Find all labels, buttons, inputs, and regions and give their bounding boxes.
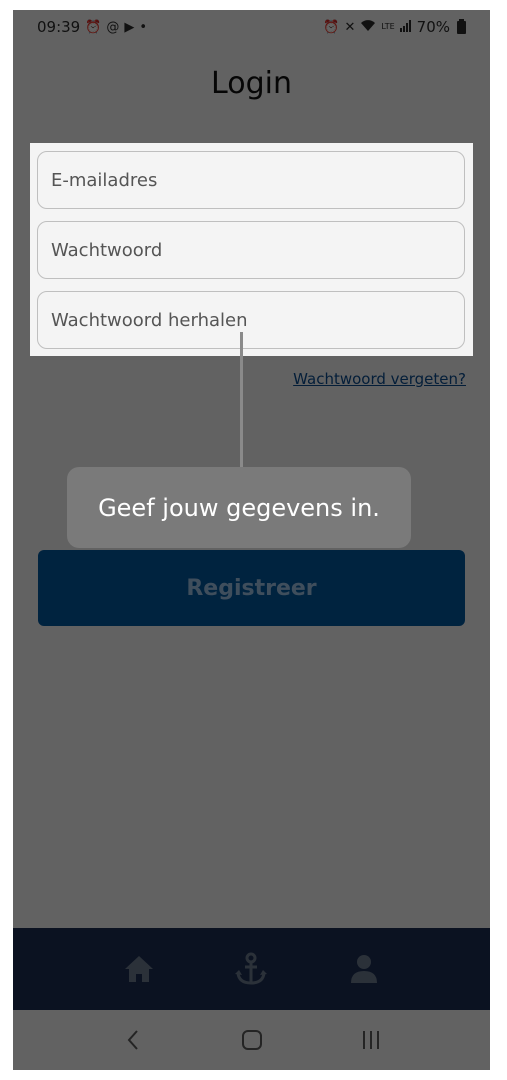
tooltip-pointer-line bbox=[240, 332, 243, 468]
status-left: 09:39 ⏰ @ ▶ • bbox=[37, 18, 147, 36]
system-recents-button[interactable] bbox=[346, 1015, 396, 1065]
tab-anchor[interactable] bbox=[221, 939, 281, 999]
status-bar: 09:39 ⏰ @ ▶ • ⏰ ✕ LTE 70% bbox=[13, 10, 490, 44]
battery-percent: 70% bbox=[416, 18, 450, 36]
bottom-tab-bar bbox=[13, 928, 490, 1010]
tab-home[interactable] bbox=[109, 939, 169, 999]
system-home-button[interactable] bbox=[227, 1015, 277, 1065]
dot-icon: • bbox=[139, 19, 148, 35]
password-repeat-field[interactable]: Wachtwoord herhalen bbox=[37, 291, 465, 349]
back-icon bbox=[127, 1030, 138, 1050]
forgot-password-link[interactable]: Wachtwoord vergeten? bbox=[293, 370, 466, 388]
at-icon: @ bbox=[106, 19, 120, 35]
password-repeat-placeholder: Wachtwoord herhalen bbox=[51, 309, 248, 331]
email-placeholder: E-mailadres bbox=[51, 169, 158, 191]
recents-icon bbox=[362, 1031, 379, 1049]
signal-icon bbox=[399, 19, 412, 35]
battery-icon bbox=[457, 18, 466, 34]
user-icon bbox=[350, 955, 377, 983]
form-spotlight: E-mailadres Wachtwoord Wachtwoord herhal… bbox=[30, 143, 473, 356]
status-right: ⏰ ✕ LTE 70% bbox=[323, 18, 466, 36]
phone-screen: 09:39 ⏰ @ ▶ • ⏰ ✕ LTE 70% Login Wachtwoo… bbox=[13, 10, 490, 1070]
status-time: 09:39 bbox=[37, 18, 81, 36]
anchor-icon bbox=[235, 952, 268, 985]
register-button[interactable]: Registreer bbox=[38, 550, 465, 626]
volte-icon: LTE bbox=[381, 22, 395, 31]
email-field[interactable]: E-mailadres bbox=[37, 151, 465, 209]
tab-profile[interactable] bbox=[334, 939, 394, 999]
alarm-icon: ⏰ bbox=[323, 19, 340, 35]
play-icon: ▶ bbox=[124, 19, 135, 35]
alarm-icon: ⏰ bbox=[85, 19, 102, 35]
wifi-icon bbox=[360, 19, 376, 35]
password-placeholder: Wachtwoord bbox=[51, 239, 163, 261]
system-nav-bar bbox=[13, 1010, 490, 1070]
home-circle-icon bbox=[241, 1030, 262, 1050]
page-title: Login bbox=[211, 66, 292, 101]
mute-icon: ✕ bbox=[344, 19, 356, 35]
home-icon bbox=[125, 956, 154, 982]
password-field[interactable]: Wachtwoord bbox=[37, 221, 465, 279]
system-back-button[interactable] bbox=[108, 1015, 158, 1065]
coach-mark-tooltip[interactable]: Geef jouw gegevens in. bbox=[67, 467, 411, 548]
